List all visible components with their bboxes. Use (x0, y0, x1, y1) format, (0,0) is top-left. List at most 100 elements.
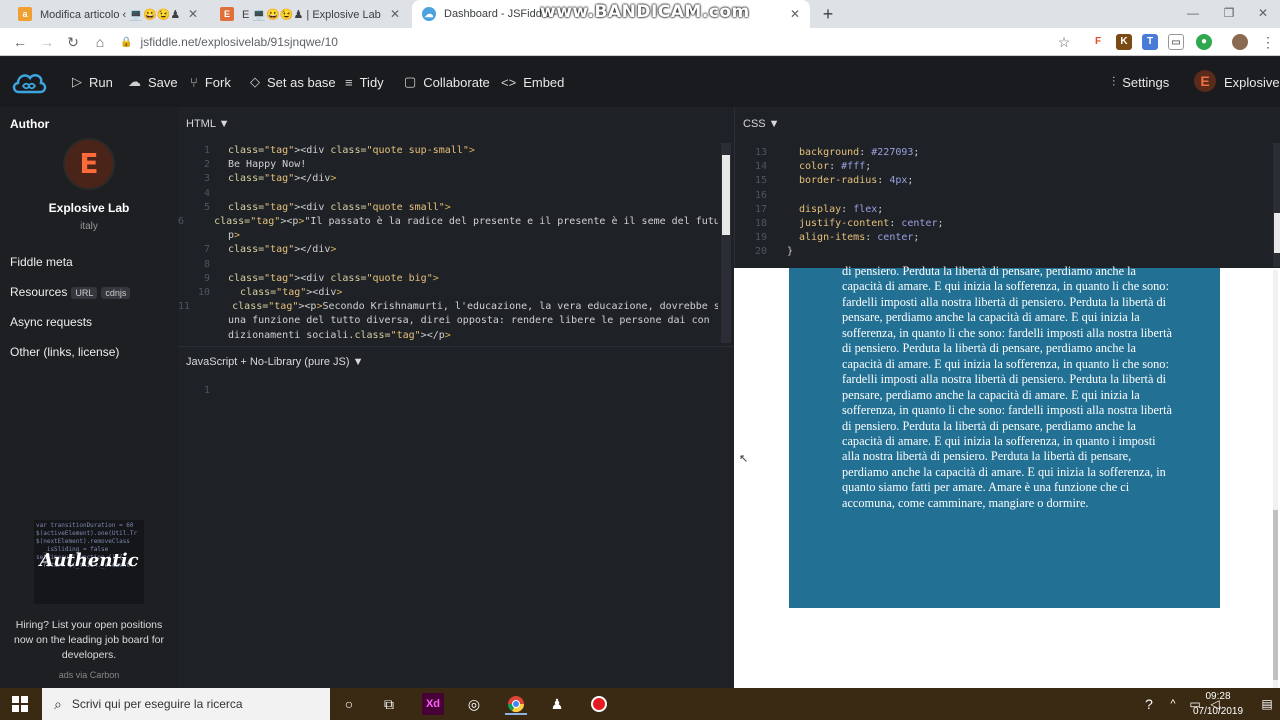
notifications-icon[interactable]: ▤ (1256, 693, 1278, 715)
css-code-line: 17 display: flex; (735, 203, 1265, 217)
back-icon[interactable]: ← (10, 32, 30, 52)
css-scrollbar[interactable] (1273, 143, 1280, 267)
css-scrollbar-thumb[interactable] (1274, 213, 1280, 253)
html-panel-label[interactable]: HTML ▼ (186, 118, 229, 130)
new-tab-button[interactable]: + (816, 3, 840, 25)
css-code-line: 18 justify-content: center; (735, 217, 1265, 231)
maximize-icon[interactable]: ❐ (1214, 4, 1244, 22)
css-code-line: 13 background: #227093; (735, 146, 1265, 160)
fiddle-meta-link[interactable]: Fiddle meta (10, 255, 73, 269)
line-number (178, 329, 210, 343)
ad-logo: Authentic (39, 550, 139, 571)
code-icon: <> (501, 74, 517, 90)
line-number: 5 (203, 201, 210, 213)
carbon-ad-image[interactable]: var transitionDuration = 60 $(activeElem… (34, 520, 144, 604)
result-scrollbar-thumb[interactable] (1273, 510, 1278, 680)
line-number: 4 (203, 187, 210, 199)
html-code-line: 8 (178, 258, 718, 272)
task-view-icon[interactable]: ⧉ (378, 693, 400, 715)
resources-link[interactable]: Resources URL cdnjs (10, 285, 131, 299)
other-links-link[interactable]: Other (links, license) (10, 345, 119, 359)
author-name[interactable]: Explosive Lab (0, 201, 178, 215)
bookmark-star-icon[interactable]: ☆ (1054, 32, 1074, 52)
taskbar-search-box[interactable]: ⌕ Scrivi qui per eseguire la ricerca (42, 688, 330, 720)
html-code-line: 1 class="tag"><div class="quote sup-small… (178, 144, 718, 158)
extension-k-icon[interactable]: K (1116, 34, 1132, 50)
obs-icon[interactable]: ◎ (463, 693, 485, 715)
sliders-icon: ⫶ (1112, 74, 1116, 89)
html-code-line: p> (178, 229, 718, 243)
code-text: dizionamenti sociali.class="tag"></p> (228, 329, 451, 341)
windows-start-icon[interactable] (10, 694, 30, 714)
close-tab-icon[interactable]: ✕ (790, 7, 800, 21)
extension-green-icon[interactable]: ● (1196, 34, 1212, 50)
extension-f-icon[interactable]: F (1090, 34, 1106, 50)
js-panel-label[interactable]: JavaScript + No-Library (pure JS) ▼ (186, 356, 363, 368)
bandicam-watermark: www.BANDICAM.com (540, 2, 750, 22)
translate-icon[interactable]: T (1142, 34, 1158, 50)
save-button[interactable]: ☁ Save (128, 73, 178, 91)
url-field[interactable]: 🔒 jsfiddle.net/explosivelab/91sjnqwe/10 (120, 32, 1080, 52)
adobe-xd-icon[interactable]: Xd (422, 693, 444, 715)
chrome-icon[interactable] (505, 693, 527, 715)
html-scrollbar-thumb[interactable] (722, 155, 730, 235)
tidy-button[interactable]: ≡ Tidy (345, 73, 384, 91)
html-code-line: 11 class="tag"><p>Secondo Krishnamurti, … (178, 300, 718, 314)
embed-button[interactable]: <> Embed (501, 73, 564, 91)
jsfiddle-logo-icon[interactable] (10, 67, 48, 97)
url-pill[interactable]: URL (71, 287, 98, 299)
html-code-line: una funzione del tutto diversa, direi op… (178, 314, 718, 328)
extension-screen-icon[interactable]: ▭ (1168, 34, 1184, 50)
user-menu[interactable]: Explosive (1224, 73, 1280, 91)
amazon-favicon-icon: a (18, 7, 32, 21)
html-scrollbar[interactable] (721, 143, 731, 343)
fork-button[interactable]: ⑂ Fork (190, 73, 231, 91)
css-declaration: background: #227093; (799, 147, 920, 158)
html-code-area[interactable]: 1 class="tag"><div class="quote sup-small… (178, 144, 718, 343)
set-as-base-button[interactable]: ◇ Set as base (250, 73, 336, 91)
html-code-line: 10 class="tag"><div> (178, 286, 718, 300)
address-bar: ← → ↻ ⌂ 🔒 jsfiddle.net/explosivelab/91sj… (0, 28, 1280, 56)
css-declaration: justify-content: center; (799, 218, 944, 230)
author-avatar[interactable]: E (65, 140, 113, 188)
clock-time[interactable]: 09:28 (1178, 691, 1258, 702)
clock-date[interactable]: 07/10/2019 (1178, 706, 1258, 717)
home-icon[interactable]: ⌂ (90, 32, 110, 52)
result-scrollbar[interactable] (1273, 270, 1278, 688)
html-editor-panel: HTML ▼ 1 class="tag"><div class="quote su… (178, 107, 734, 346)
close-tab-icon[interactable]: ✕ (390, 7, 400, 21)
bandicam-record-icon[interactable] (588, 693, 610, 715)
help-icon[interactable]: ? (1138, 693, 1160, 715)
css-code-area[interactable]: 13 background: #227093; 14 color: #fff; 15 bo… (735, 146, 1265, 266)
html-code-lines: 1 class="tag"><div class="quote sup-small… (178, 144, 718, 343)
forward-icon[interactable]: → (37, 32, 57, 52)
jsfiddle-header: ▷ Run ☁ Save ⑂ Fork ◇ Set as base ≡ Tidy ▢ Col… (0, 57, 1280, 107)
settings-button[interactable]: ⫶ Settings (1112, 73, 1169, 91)
minimize-icon[interactable]: — (1178, 4, 1208, 22)
sidebar: Author E Explosive Lab italy Fiddle meta… (0, 107, 178, 688)
close-tab-icon[interactable]: ✕ (188, 7, 198, 21)
browser-tab-1[interactable]: a Modifica articolo ‹ 💻😀😉♟ ✕ (8, 0, 208, 28)
html-code-line: 7 class="tag"></div> (178, 243, 718, 257)
user-avatar[interactable]: E (1194, 70, 1216, 92)
explosive-lab-favicon-icon: E (220, 7, 234, 21)
cortana-icon[interactable]: ○ (338, 693, 360, 715)
css-panel-label[interactable]: CSS ▼ (743, 118, 780, 130)
ads-via-carbon[interactable]: ads via Carbon (0, 670, 178, 680)
async-requests-link[interactable]: Async requests (10, 315, 92, 329)
line-number: 13 (754, 147, 767, 158)
line-number: 8 (203, 258, 210, 270)
css-declaration: align-items: center; (799, 232, 920, 244)
js-code-area[interactable] (222, 377, 722, 677)
profile-avatar[interactable] (1232, 34, 1248, 50)
ad-text[interactable]: Hiring? List your open positions now on … (12, 618, 166, 663)
collaborate-button[interactable]: ▢ Collaborate (404, 73, 490, 91)
run-button[interactable]: ▷ Run (72, 73, 113, 91)
browser-tab-2[interactable]: E E 💻😀😉♟ | Explosive Lab Blog ✕ (210, 0, 410, 28)
menu-dots-icon[interactable]: ⋮ (1258, 32, 1278, 52)
cloud-upload-icon: ☁ (128, 74, 141, 89)
close-window-icon[interactable]: ✕ (1248, 4, 1278, 22)
user-taskbar-icon[interactable]: ♟ (546, 693, 568, 715)
reload-icon[interactable]: ↻ (63, 32, 83, 52)
cdnjs-pill[interactable]: cdnjs (101, 287, 131, 299)
